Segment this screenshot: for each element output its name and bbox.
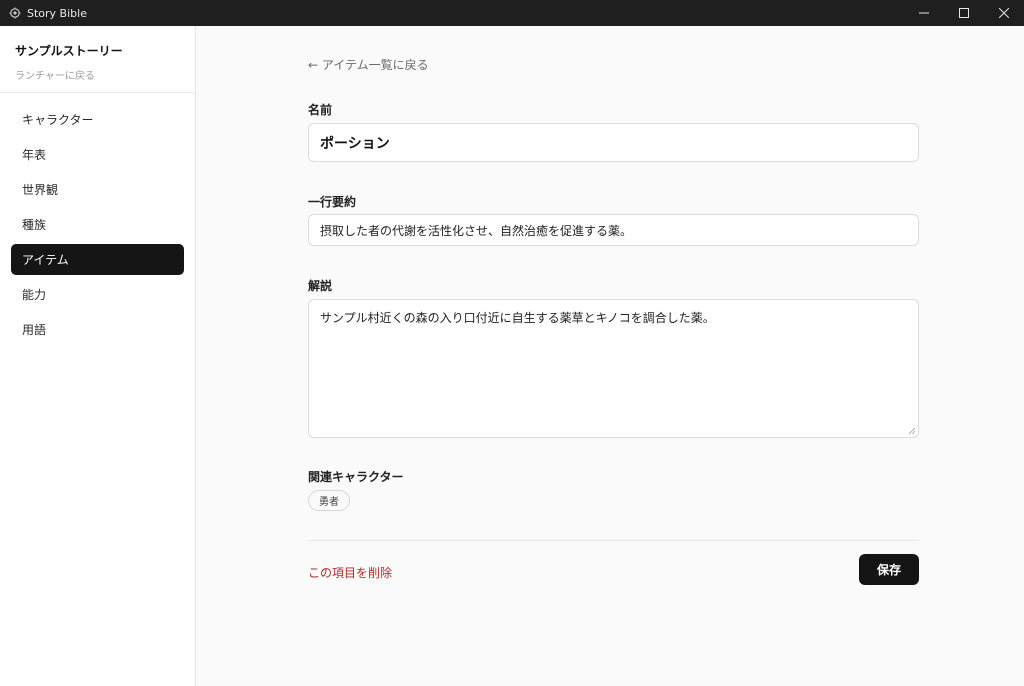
sidebar-item-terms[interactable]: 用語	[11, 314, 184, 345]
resize-grip-icon[interactable]	[908, 427, 916, 435]
description-label: 解説	[308, 279, 333, 293]
description-text: サンプル村近くの森の入り口付近に自生する薬草とキノコを調合した薬。	[320, 311, 715, 325]
sidebar-item-world[interactable]: 世界観	[11, 174, 184, 205]
sidebar-item-abilities[interactable]: 能力	[11, 279, 184, 310]
delete-item-link[interactable]: この項目を削除	[308, 564, 392, 581]
main-panel: ← アイテム一覧に戻る 名前 ポーション 一行要約 摂取した者の代謝を活性化させ…	[196, 26, 1024, 686]
related-characters-label: 関連キャラクター	[308, 470, 404, 484]
maximize-icon[interactable]	[944, 0, 984, 26]
sidebar-item-races[interactable]: 種族	[11, 209, 184, 240]
back-to-item-list-link[interactable]: ← アイテム一覧に戻る	[308, 56, 429, 73]
save-button[interactable]: 保存	[859, 554, 919, 585]
sidebar-nav: キャラクター 年表 世界観 種族 アイテム 能力 用語	[0, 93, 195, 345]
title-bar[interactable]: Story Bible	[0, 0, 1024, 26]
sidebar: サンプルストーリー ランチャーに戻る キャラクター 年表 世界観 種族 アイテム…	[0, 26, 196, 686]
story-title: サンプルストーリー	[15, 44, 123, 58]
story-header: サンプルストーリー ランチャーに戻る	[0, 26, 195, 93]
close-icon[interactable]	[984, 0, 1024, 26]
sidebar-item-timeline[interactable]: 年表	[11, 139, 184, 170]
sidebar-item-characters[interactable]: キャラクター	[11, 104, 184, 135]
divider	[308, 540, 919, 541]
summary-label: 一行要約	[308, 195, 357, 209]
sidebar-item-items[interactable]: アイテム	[11, 244, 184, 275]
back-to-launcher-link[interactable]: ランチャーに戻る	[15, 67, 195, 82]
app-icon	[9, 7, 21, 19]
window-title: Story Bible	[27, 6, 87, 20]
name-input[interactable]: ポーション	[308, 123, 919, 162]
character-chip[interactable]: 勇者	[308, 490, 350, 511]
description-textarea[interactable]: サンプル村近くの森の入り口付近に自生する薬草とキノコを調合した薬。	[308, 299, 919, 438]
minimize-icon[interactable]	[904, 0, 944, 26]
app-window: Story Bible サンプルストーリー ランチャーに戻る キャラクター 年表…	[0, 0, 1024, 686]
summary-input[interactable]: 摂取した者の代謝を活性化させ、自然治癒を促進する薬。	[308, 214, 919, 246]
name-label: 名前	[308, 103, 333, 117]
